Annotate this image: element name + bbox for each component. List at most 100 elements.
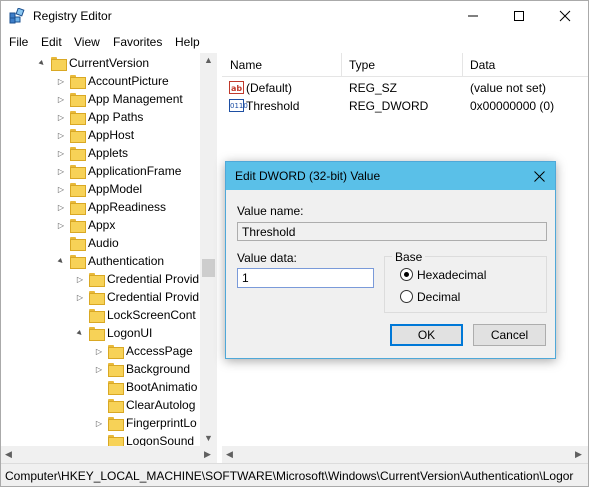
- tree-item[interactable]: ▷ AccountPicture: [56, 72, 169, 90]
- close-button[interactable]: [542, 1, 588, 31]
- tree-item[interactable]: ClearAutolog: [94, 396, 195, 414]
- tree-item-label: App Management: [88, 92, 183, 106]
- scroll-left-icon[interactable]: ◀: [226, 449, 233, 460]
- tree-item[interactable]: ▷ Applets: [56, 144, 128, 162]
- tree-item[interactable]: ▷ FingerprintLo: [94, 414, 197, 432]
- expand-arrow-icon[interactable]: ▷: [56, 77, 66, 86]
- column-name[interactable]: Name: [230, 58, 262, 72]
- dialog-title: Edit DWORD (32-bit) Value: [235, 169, 381, 183]
- tree-item[interactable]: ▷ Appx: [56, 216, 115, 234]
- maximize-button[interactable]: [496, 1, 542, 31]
- tree-item-label: FingerprintLo: [126, 416, 197, 430]
- tree-item[interactable]: ▷ Credential Provid: [75, 270, 199, 288]
- tree-item[interactable]: Audio: [56, 234, 119, 252]
- value-name-field: Threshold: [237, 222, 547, 241]
- tree-item[interactable]: ▲ CurrentVersion: [35, 54, 150, 72]
- expand-arrow-icon[interactable]: ▷: [56, 95, 66, 104]
- menu-file[interactable]: File: [9, 35, 28, 49]
- tree-item[interactable]: ▷ App Paths: [56, 108, 143, 126]
- list-header: Name Type Data: [222, 53, 588, 77]
- list-horizontal-scrollbar[interactable]: ◀ ▶: [222, 446, 588, 463]
- scroll-down-icon[interactable]: ▼: [204, 433, 213, 443]
- expanded-arrow-icon[interactable]: ▲: [73, 326, 86, 339]
- scroll-up-icon[interactable]: ▲: [204, 55, 213, 65]
- expand-arrow-icon[interactable]: ▷: [56, 131, 66, 140]
- hexadecimal-radio[interactable]: [400, 268, 413, 281]
- tree-item-label: Audio: [88, 236, 119, 250]
- minimize-button[interactable]: [450, 1, 496, 31]
- column-data[interactable]: Data: [470, 58, 495, 72]
- value-data: (value not set): [470, 81, 547, 95]
- menu-view[interactable]: View: [74, 35, 100, 49]
- scroll-left-icon[interactable]: ◀: [5, 449, 12, 460]
- cancel-button[interactable]: Cancel: [473, 324, 546, 346]
- tree-item[interactable]: LockScreenCont: [75, 306, 196, 324]
- expand-arrow-icon[interactable]: ▷: [75, 275, 85, 284]
- scroll-right-icon[interactable]: ▶: [575, 449, 582, 460]
- expand-arrow-icon[interactable]: ▷: [94, 365, 104, 374]
- tree-item[interactable]: BootAnimatio: [94, 378, 197, 396]
- value-data: 0x00000000 (0): [470, 99, 555, 113]
- tree-item-label: AppHost: [88, 128, 135, 142]
- menu-bar: File Edit View Favorites Help: [1, 31, 588, 52]
- list-item[interactable]: ab (Default) REG_SZ (value not set): [222, 79, 588, 97]
- menu-favorites[interactable]: Favorites: [113, 35, 162, 49]
- tree-scroll-thumb[interactable]: [202, 259, 215, 277]
- hexadecimal-label[interactable]: Hexadecimal: [417, 268, 486, 282]
- value-name-label: Value name:: [237, 204, 304, 218]
- tree-item[interactable]: ▷ AppReadiness: [56, 198, 166, 216]
- expand-arrow-icon[interactable]: ▷: [56, 167, 66, 176]
- column-type[interactable]: Type: [349, 58, 375, 72]
- expand-arrow-icon[interactable]: ▷: [56, 221, 66, 230]
- tree-vertical-scrollbar[interactable]: ▲ ▼: [200, 53, 217, 446]
- expand-arrow-icon[interactable]: ▷: [56, 203, 66, 212]
- tree-item[interactable]: ▷ AppHost: [56, 126, 134, 144]
- registry-editor-window: Registry Editor File Edit View Favorites…: [0, 0, 589, 487]
- string-value-icon: ab: [229, 81, 244, 94]
- tree-horizontal-scrollbar[interactable]: ◀ ▶: [1, 446, 217, 463]
- ok-button[interactable]: OK: [390, 324, 463, 346]
- tree-item[interactable]: ▲ LogonUI: [73, 324, 152, 342]
- folder-icon: [70, 129, 86, 143]
- decimal-radio[interactable]: [400, 290, 413, 303]
- column-divider[interactable]: [341, 53, 342, 77]
- value-name: (Default): [246, 81, 293, 95]
- expand-arrow-icon[interactable]: ▷: [94, 419, 104, 428]
- tree-item[interactable]: ▷ AppModel: [56, 180, 142, 198]
- expand-arrow-icon[interactable]: ▷: [56, 113, 66, 122]
- tree-item[interactable]: ▷ App Management: [56, 90, 183, 108]
- menu-edit[interactable]: Edit: [41, 35, 62, 49]
- tree-item-label: ClearAutolog: [126, 398, 196, 412]
- decimal-label[interactable]: Decimal: [417, 290, 460, 304]
- dialog-title-bar: Edit DWORD (32-bit) Value: [226, 162, 555, 190]
- expand-arrow-icon[interactable]: ▷: [56, 149, 66, 158]
- tree-item-label: Credential Provid: [107, 290, 200, 304]
- folder-icon: [70, 255, 86, 269]
- expanded-arrow-icon[interactable]: ▲: [54, 254, 67, 267]
- folder-icon: [51, 57, 67, 71]
- scroll-right-icon[interactable]: ▶: [204, 449, 211, 460]
- tree-item-label: AppReadiness: [88, 200, 167, 214]
- tree-item[interactable]: ▲ Authentication: [54, 252, 164, 270]
- value-data-input[interactable]: 1: [237, 268, 374, 288]
- expand-arrow-icon[interactable]: ▷: [75, 293, 85, 302]
- tree-item-label: LockScreenCont: [107, 308, 196, 322]
- tree-item-label: BootAnimatio: [126, 380, 198, 394]
- tree-item[interactable]: ▷ ApplicationFrame: [56, 162, 181, 180]
- list-item[interactable]: 0110 Threshold REG_DWORD 0x00000000 (0): [222, 97, 588, 115]
- status-path: Computer\HKEY_LOCAL_MACHINE\SOFTWARE\Mic…: [5, 469, 574, 483]
- maximize-icon: [514, 11, 524, 21]
- menu-help[interactable]: Help: [175, 35, 200, 49]
- tree-item-label: Background: [126, 362, 191, 376]
- tree-item-label: CurrentVersion: [69, 56, 150, 70]
- folder-icon: [70, 201, 86, 215]
- expanded-arrow-icon[interactable]: ▲: [35, 56, 48, 69]
- expand-arrow-icon[interactable]: ▷: [94, 347, 104, 356]
- tree-item[interactable]: ▷ Background: [94, 360, 190, 378]
- tree-item[interactable]: ▷ Credential Provid: [75, 288, 199, 306]
- tree-item[interactable]: ▷ AccessPage: [94, 342, 193, 360]
- expand-arrow-icon[interactable]: ▷: [56, 185, 66, 194]
- column-divider[interactable]: [462, 53, 463, 77]
- dialog-close-button[interactable]: [529, 166, 549, 186]
- registry-tree[interactable]: ▲ CurrentVersion ▷ AccountPicture ▷ App Manag…: [1, 53, 217, 463]
